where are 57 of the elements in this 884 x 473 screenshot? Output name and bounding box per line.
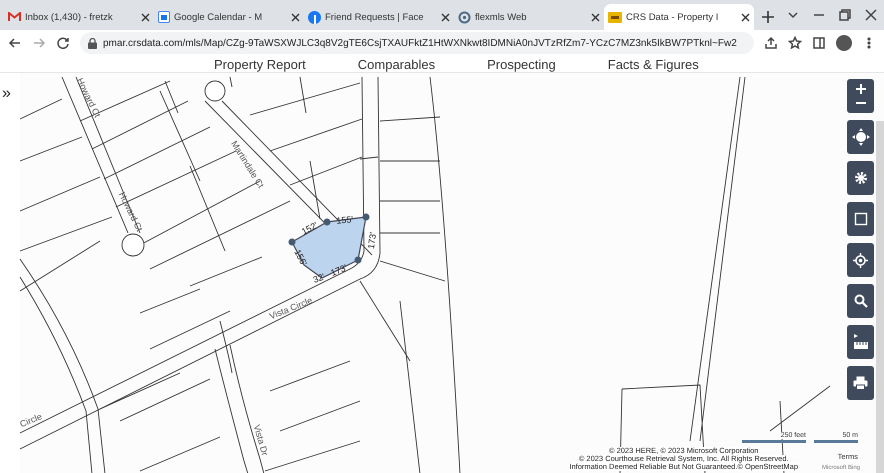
dimension-label: 156' (292, 248, 309, 268)
nav-link[interactable]: Comparables (358, 56, 436, 72)
dimension-label: 173' (366, 232, 378, 250)
ruler-icon (852, 334, 868, 350)
compass-button[interactable] (847, 120, 874, 154)
nav-link[interactable]: Facts & Figures (608, 56, 699, 72)
share-icon[interactable] (764, 36, 778, 50)
avatar[interactable] (836, 35, 852, 51)
star-icon[interactable] (788, 36, 802, 50)
crosshair-icon (853, 252, 868, 268)
dimension-label: 152' (300, 220, 320, 237)
browser-tab[interactable]: Google Calendar - M (154, 4, 304, 30)
search-button[interactable] (847, 284, 874, 318)
zoom-button[interactable] (847, 79, 874, 113)
envelope-icon (8, 12, 21, 22)
close-icon[interactable] (741, 12, 750, 22)
back-arrow-icon[interactable] (8, 36, 22, 50)
locate-button[interactable] (847, 243, 874, 277)
browser-tab[interactable]: flexmls Web (454, 4, 604, 30)
side-panel-icon[interactable] (812, 36, 826, 50)
settings-icon (854, 171, 868, 185)
street-label: Circle (18, 411, 44, 430)
square-logo-icon (608, 12, 622, 22)
measure-button[interactable] (847, 325, 874, 359)
browser-tab[interactable]: CRS Data - Property I (604, 4, 754, 30)
panel-toggle[interactable]: » (2, 85, 11, 103)
browser-tab[interactable]: Inbox (1,430) - fretzk (4, 4, 154, 30)
url-text: pmar.crsdata.com/mls/Map/CZg-9TaWSXWJLC3q8V2gTE6CsjTXAUFktZ1HtWXNkwt8IDMNiA0nJVTzRfZm7-YCzC7MZ3nk5IkBW7PTknl~Fw2 (103, 38, 737, 48)
browser-tab[interactable]: Friend Requests | Face (304, 4, 454, 30)
street-label: Vista Dr (252, 424, 270, 457)
dimension-label: 155' (336, 214, 354, 226)
street-label: Vista Circle (268, 295, 314, 322)
close-icon[interactable] (291, 12, 300, 22)
calendar-icon (158, 11, 170, 23)
dimension-label: 173' (329, 262, 348, 278)
scrollbar-track[interactable] (876, 121, 884, 473)
nav-link[interactable]: Prospecting (487, 56, 556, 72)
address-bar[interactable]: pmar.crsdata.com/mls/Map/CZg-9TaWSXWJLC3q8V2gTE6CsjTXAUFktZ1HtWXNkwt8IDMNiA0nJVTzRfZm7-YCzC7MZ3nk5IkBW7PTknl~Fw2 (80, 32, 754, 54)
close-icon[interactable] (141, 12, 150, 22)
print-button[interactable] (847, 366, 874, 400)
circle-logo-icon (458, 10, 471, 24)
reload-icon[interactable] (56, 36, 70, 50)
new-tab-icon[interactable] (762, 11, 774, 23)
close-icon[interactable] (441, 12, 450, 22)
circle-logo-icon (308, 10, 321, 24)
search-icon (854, 294, 868, 308)
dimension-label: 32' (312, 271, 326, 285)
select-area-button[interactable] (847, 202, 874, 236)
settings-button[interactable] (847, 161, 874, 195)
restore-icon[interactable] (838, 8, 852, 22)
lock-icon (88, 38, 97, 48)
nav-link[interactable]: Property Report (214, 56, 306, 72)
close-icon[interactable] (591, 12, 600, 22)
close-icon[interactable] (864, 8, 878, 22)
printer-icon (853, 376, 868, 390)
compass-icon (850, 127, 870, 147)
square-select-icon (854, 212, 868, 226)
